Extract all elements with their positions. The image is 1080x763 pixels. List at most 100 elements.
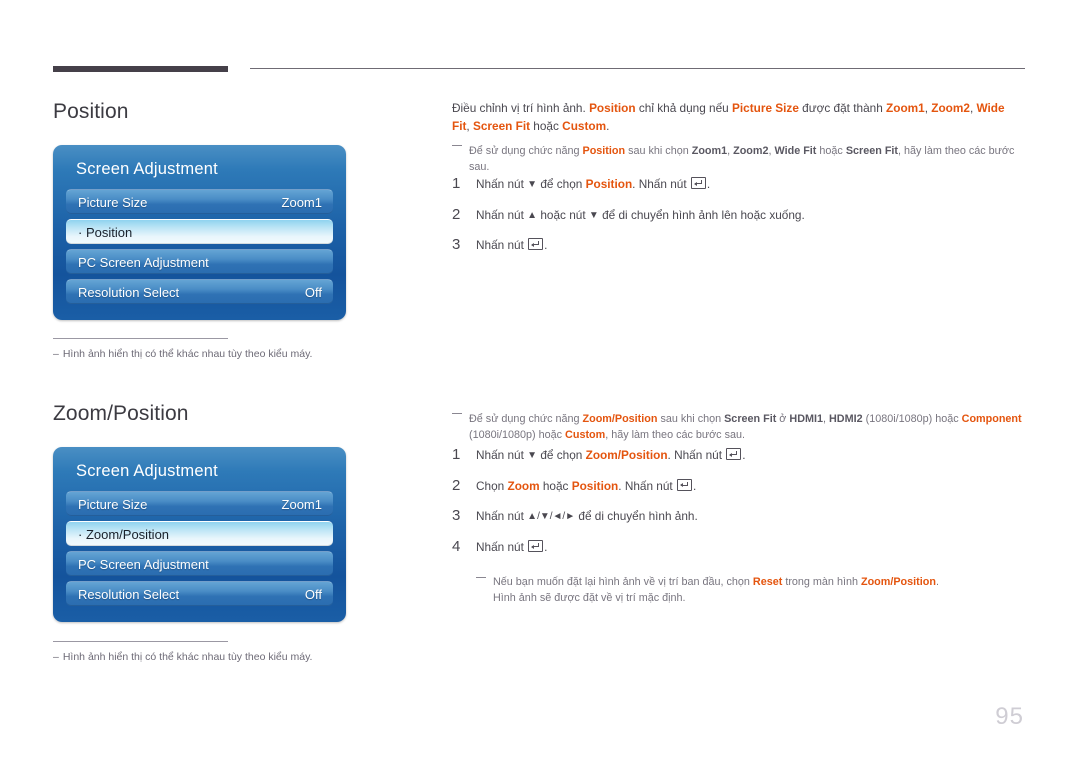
caption-dash: ‒ bbox=[53, 348, 59, 360]
section-heading-position: Position bbox=[53, 100, 129, 123]
step-item: 2 Nhấn nút ▲ hoặc nút ▼ để di chuyển hìn… bbox=[452, 205, 1017, 225]
section-heading-zoom-position: Zoom/Position bbox=[53, 402, 189, 425]
note-dash-icon bbox=[452, 413, 462, 414]
note-dash-icon bbox=[452, 145, 462, 146]
note-text-4: (1080i/1080p) hoặc bbox=[862, 413, 962, 425]
arrow-down-icon: ▼ bbox=[588, 209, 599, 221]
step-text-1: Nhấn nút bbox=[476, 448, 528, 462]
osd-row-label: Resolution Select bbox=[78, 586, 180, 602]
step-item: 1 Nhấn nút ▼ để chọn Zoom/Position. Nhấn… bbox=[452, 446, 1017, 465]
note-hl-zoom-position: Zoom/Position bbox=[582, 413, 658, 425]
step-text-4: . bbox=[706, 177, 711, 191]
osd-row-label: · Zoom/Position bbox=[78, 526, 170, 542]
enter-key-icon bbox=[676, 478, 692, 491]
osd-row-pc-screen-adjustment[interactable]: PC Screen Adjustment bbox=[66, 551, 333, 576]
caption-text: ‒ Hình ảnh hiển thị có thể khác nhau tùy … bbox=[53, 651, 383, 665]
intro-text-5: . bbox=[606, 119, 610, 134]
sub-note-text-3: . bbox=[935, 575, 939, 588]
osd-row-position[interactable]: · Position bbox=[66, 219, 333, 244]
step-text: Nhấn nút . bbox=[476, 237, 547, 255]
step-text-1: Nhấn nút bbox=[476, 207, 528, 222]
caption-divider bbox=[53, 338, 228, 339]
intro-hl-position: Position bbox=[589, 101, 636, 115]
intro-text-3: được đặt thành bbox=[798, 101, 887, 115]
note-bd-screen-fit: Screen Fit bbox=[845, 145, 899, 157]
note-hl-position: Position bbox=[582, 145, 626, 157]
step-number: 3 bbox=[452, 507, 461, 525]
sub-note-hl-zoom-position: Zoom/Position bbox=[860, 575, 936, 588]
sub-note-text-1: Nếu bạn muốn đặt lại hình ảnh về vị trí … bbox=[493, 575, 753, 588]
osd-title: Screen Adjustment bbox=[76, 462, 218, 480]
step-text-2: . bbox=[544, 540, 548, 555]
step-number: 2 bbox=[452, 205, 461, 223]
note-text-1: Để sử dụng chức năng bbox=[469, 145, 583, 157]
step-text: Nhấn nút ▲/▼/◄/► để di chuyển hình ảnh. bbox=[476, 508, 698, 526]
top-rule-thick-bar bbox=[53, 66, 228, 72]
note-dash-icon bbox=[476, 576, 486, 578]
step-text-1: Nhấn nút bbox=[476, 509, 528, 524]
note-text-2: sau khi chọn bbox=[625, 145, 692, 157]
note-bd-hdmi2: HDMI2 bbox=[829, 413, 863, 425]
page-top-rule bbox=[0, 0, 1080, 72]
osd-row-label: Picture Size bbox=[78, 496, 148, 512]
step-text: Nhấn nút . bbox=[476, 539, 547, 557]
step-text-1: Nhấn nút bbox=[476, 177, 528, 191]
intro-text-4: hoặc bbox=[530, 119, 563, 134]
osd-title: Screen Adjustment bbox=[76, 160, 218, 178]
step-item: 1 Nhấn nút ▼ để chọn Position. Nhấn nút … bbox=[452, 175, 1017, 194]
osd-panel-screen-adjustment-position: Screen Adjustment Picture Size Zoom1 · P… bbox=[53, 145, 346, 320]
step-text-2: . bbox=[544, 238, 548, 253]
osd-row-picture-size[interactable]: Picture Size Zoom1 bbox=[66, 491, 333, 516]
intro-hl-screen-fit: Screen Fit bbox=[472, 119, 531, 134]
osd-row-resolution-select[interactable]: Resolution Select Off bbox=[66, 279, 333, 304]
step-text-2: để chọn bbox=[537, 448, 586, 462]
page-number: 95 bbox=[995, 703, 1024, 730]
intro-hl-picture-size: Picture Size bbox=[732, 101, 799, 115]
osd-row-zoom-position[interactable]: · Zoom/Position bbox=[66, 521, 333, 546]
osd-row-value: Off bbox=[304, 586, 322, 602]
caption-dash: ‒ bbox=[53, 651, 59, 663]
note-bd-wide-fit: Wide Fit bbox=[774, 145, 817, 157]
top-rule-thin-line bbox=[250, 68, 1025, 69]
step-text: Nhấn nút ▲ hoặc nút ▼ để di chuyển hình … bbox=[476, 207, 805, 225]
caption-divider bbox=[53, 641, 228, 642]
note-bd-screen-fit: Screen Fit bbox=[724, 413, 777, 425]
intro-hl-zoom2: Zoom2 bbox=[931, 101, 970, 115]
step-number: 3 bbox=[452, 236, 461, 254]
sub-note-hl-reset: Reset bbox=[752, 575, 783, 588]
osd-row-value: Zoom1 bbox=[281, 496, 322, 512]
step-hl-position: Position bbox=[585, 177, 633, 191]
step-text-2: để di chuyển hình ảnh. bbox=[575, 509, 698, 524]
position-steps-list: 1 Nhấn nút ▼ để chọn Position. Nhấn nút … bbox=[452, 163, 1017, 255]
step-item: 3 Nhấn nút . bbox=[452, 237, 1017, 255]
enter-key-icon bbox=[726, 448, 742, 460]
step-number: 4 bbox=[452, 538, 461, 556]
step-number: 2 bbox=[452, 476, 461, 494]
step-text-3: . Nhấn nút bbox=[667, 448, 726, 462]
note-text-2: sau khi chọn bbox=[657, 413, 725, 425]
step-text-3: để di chuyển hình ảnh lên hoặc xuống. bbox=[598, 207, 805, 222]
step-number: 1 bbox=[452, 446, 461, 463]
osd-row-value: Zoom1 bbox=[281, 194, 322, 210]
caption-block-position: ‒ Hình ảnh hiển thị có thể khác nhau tùy … bbox=[53, 338, 383, 362]
note-bd-hdmi1: HDMI1 bbox=[789, 413, 823, 425]
step-text: Nhấn nút ▼ để chọn Position. Nhấn nút . bbox=[476, 176, 710, 194]
note-hl-component: Component bbox=[961, 413, 1022, 425]
step-item: 3 Nhấn nút ▲/▼/◄/► để di chuyển hình ảnh… bbox=[452, 508, 1017, 526]
osd-row-pc-screen-adjustment[interactable]: PC Screen Adjustment bbox=[66, 249, 333, 274]
step-text-1: Nhấn nút bbox=[476, 540, 528, 555]
osd-row-resolution-select[interactable]: Resolution Select Off bbox=[66, 581, 333, 606]
step-text-1: Chọn bbox=[476, 478, 508, 493]
osd-row-picture-size[interactable]: Picture Size Zoom1 bbox=[66, 189, 333, 214]
osd-row-label: Resolution Select bbox=[78, 284, 180, 300]
intro-text-1: Điều chỉnh vị trí hình ảnh. bbox=[452, 101, 590, 115]
note-text-3: ở bbox=[776, 413, 790, 425]
step-item: 2 Chọn Zoom hoặc Position. Nhấn nút . bbox=[452, 476, 1017, 496]
osd-row-label: PC Screen Adjustment bbox=[78, 556, 209, 572]
step-text-2: hoặc bbox=[539, 478, 572, 493]
caption-body: Hình ảnh hiển thị có thể khác nhau tùy t… bbox=[62, 348, 313, 360]
osd-panel-screen-adjustment-zoom-position: Screen Adjustment Picture Size Zoom1 · Z… bbox=[53, 447, 346, 622]
position-intro-paragraph: Điều chỉnh vị trí hình ảnh. Position chỉ… bbox=[452, 99, 1022, 136]
step-text: Nhấn nút ▼ để chọn Zoom/Position. Nhấn n… bbox=[476, 447, 746, 465]
step-text-3: . Nhấn nút bbox=[618, 478, 676, 493]
